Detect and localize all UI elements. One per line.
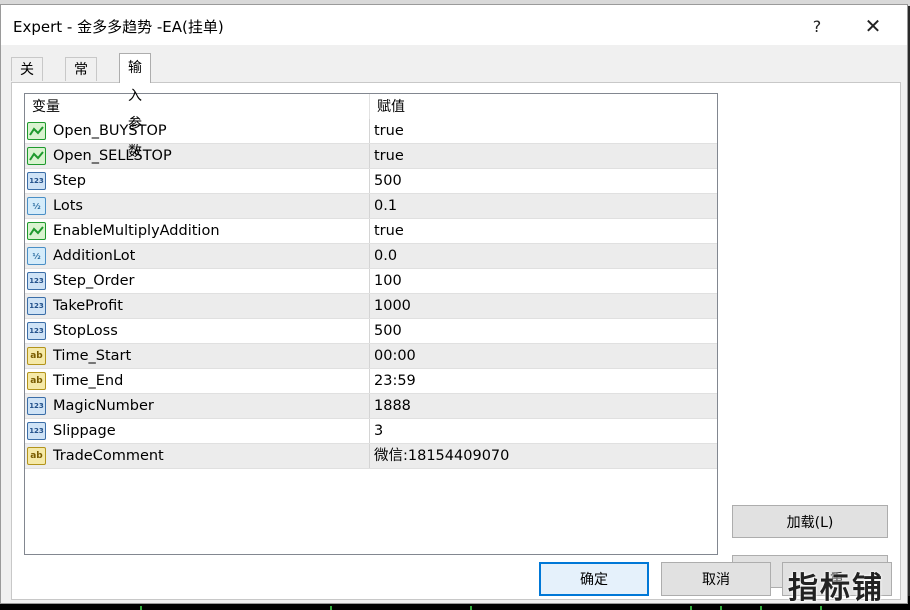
variable-name: Step — [53, 173, 87, 189]
column-header-value[interactable]: 赋值 — [370, 94, 405, 119]
table-row[interactable]: EnableMultiplyAddition true — [25, 219, 717, 244]
title-bar: Expert - 金多多趋势 -EA(挂单) ? ✕ — [1, 5, 907, 45]
variable-cell[interactable]: 123 Slippage — [25, 419, 370, 443]
boolean-icon — [27, 122, 46, 140]
value-cell[interactable]: 500 — [370, 319, 402, 343]
value-cell[interactable]: 3 — [370, 419, 383, 443]
variable-cell[interactable]: Open_SELLSTOP — [25, 144, 370, 168]
integer-icon: 123 — [27, 272, 46, 290]
variable-cell[interactable]: 123 Step — [25, 169, 370, 193]
table-row[interactable]: ½ AdditionLot 0.0 — [25, 244, 717, 269]
value-cell[interactable]: 00:00 — [370, 344, 416, 368]
integer-icon: 123 — [27, 397, 46, 415]
boolean-icon — [27, 147, 46, 165]
double-icon: ½ — [27, 247, 46, 265]
watermark: 指标铺 — [788, 571, 884, 606]
variable-name: Time_Start — [53, 348, 132, 364]
variable-cell[interactable]: ½ Lots — [25, 194, 370, 218]
integer-icon: 123 — [27, 297, 46, 315]
ok-button[interactable]: 确定 — [539, 562, 649, 596]
load-button[interactable]: 加载(L) — [732, 505, 888, 538]
variable-cell[interactable]: 123 MagicNumber — [25, 394, 370, 418]
cancel-button[interactable]: 取消 — [661, 562, 771, 596]
variable-cell[interactable]: 123 TakeProfit — [25, 294, 370, 318]
help-button[interactable]: ? — [795, 11, 839, 41]
variable-cell[interactable]: 123 Step_Order — [25, 269, 370, 293]
close-button[interactable]: ✕ — [851, 11, 895, 41]
variable-name: Step_Order — [53, 273, 135, 289]
variable-name: StopLoss — [53, 323, 118, 339]
row-divider — [25, 468, 717, 469]
table-row[interactable]: 123 Step 500 — [25, 169, 717, 194]
integer-icon: 123 — [27, 172, 46, 190]
variable-name: EnableMultiplyAddition — [53, 223, 220, 239]
column-header-variable[interactable]: 变量 — [25, 94, 60, 119]
value-cell[interactable]: 0.1 — [370, 194, 397, 218]
table-row[interactable]: 123 MagicNumber 1888 — [25, 394, 717, 419]
value-cell[interactable]: true — [370, 219, 404, 243]
value-cell[interactable]: 微信:18154409070 — [370, 444, 509, 468]
variable-cell[interactable]: EnableMultiplyAddition — [25, 219, 370, 243]
string-icon: ab — [27, 347, 46, 365]
variable-name: AdditionLot — [53, 248, 136, 264]
variable-cell[interactable]: ab Time_End — [25, 369, 370, 393]
variable-name: MagicNumber — [53, 398, 154, 414]
chart-tick — [720, 606, 722, 610]
chart-tick — [470, 606, 472, 610]
string-icon: ab — [27, 372, 46, 390]
table-row[interactable]: ab Time_End 23:59 — [25, 369, 717, 394]
table-row[interactable]: ab Time_Start 00:00 — [25, 344, 717, 369]
integer-icon: 123 — [27, 422, 46, 440]
variable-cell[interactable]: Open_BUYSTOP — [25, 119, 370, 143]
chart-tick — [330, 606, 332, 610]
table-row[interactable]: ½ Lots 0.1 — [25, 194, 717, 219]
variable-cell[interactable]: 123 StopLoss — [25, 319, 370, 343]
expert-properties-dialog: Expert - 金多多趋势 -EA(挂单) ? ✕ 关于 常用 输入参数 变量… — [0, 4, 908, 604]
variable-name: Lots — [53, 198, 83, 214]
dialog-title: Expert - 金多多趋势 -EA(挂单) — [13, 18, 224, 36]
table-row[interactable]: 123 Slippage 3 — [25, 419, 717, 444]
value-cell[interactable]: 500 — [370, 169, 402, 193]
boolean-icon — [27, 222, 46, 240]
variable-name: Slippage — [53, 423, 116, 439]
variable-cell[interactable]: ab Time_Start — [25, 344, 370, 368]
chart-tick — [140, 606, 142, 610]
value-cell[interactable]: 1888 — [370, 394, 411, 418]
tab-about[interactable]: 关于 — [11, 57, 43, 102]
tab-common[interactable]: 常用 — [65, 57, 97, 102]
value-cell[interactable]: 1000 — [370, 294, 411, 318]
value-cell[interactable]: 23:59 — [370, 369, 416, 393]
integer-icon: 123 — [27, 322, 46, 340]
inputs-panel: 变量 赋值 Open_BUYSTOP true Open_SELLSTOP true 1… — [11, 82, 901, 600]
variable-name: Open_SELLSTOP — [53, 148, 172, 164]
table-row[interactable]: 123 TakeProfit 1000 — [25, 294, 717, 319]
chart-tick — [760, 606, 762, 610]
variable-name: TakeProfit — [53, 298, 123, 314]
table-row[interactable]: 123 Step_Order 100 — [25, 269, 717, 294]
value-cell[interactable]: true — [370, 119, 404, 143]
value-cell[interactable]: true — [370, 144, 404, 168]
value-cell[interactable]: 100 — [370, 269, 402, 293]
double-icon: ½ — [27, 197, 46, 215]
tab-inputs[interactable]: 输入参数 — [119, 53, 151, 160]
string-icon: ab — [27, 447, 46, 465]
variable-name: TradeComment — [53, 448, 164, 464]
variable-cell[interactable]: ab TradeComment — [25, 444, 370, 468]
chart-tick — [690, 606, 692, 610]
variable-name: Time_End — [53, 373, 124, 389]
table-row[interactable]: ab TradeComment 微信:18154409070 — [25, 444, 717, 469]
table-row[interactable]: 123 StopLoss 500 — [25, 319, 717, 344]
variable-name: Open_BUYSTOP — [53, 123, 167, 139]
dialog-body: 关于 常用 输入参数 变量 赋值 Open_BUYSTOPtrueOpen_SE… — [1, 45, 907, 603]
value-cell[interactable]: 0.0 — [370, 244, 397, 268]
variable-cell[interactable]: ½ AdditionLot — [25, 244, 370, 268]
